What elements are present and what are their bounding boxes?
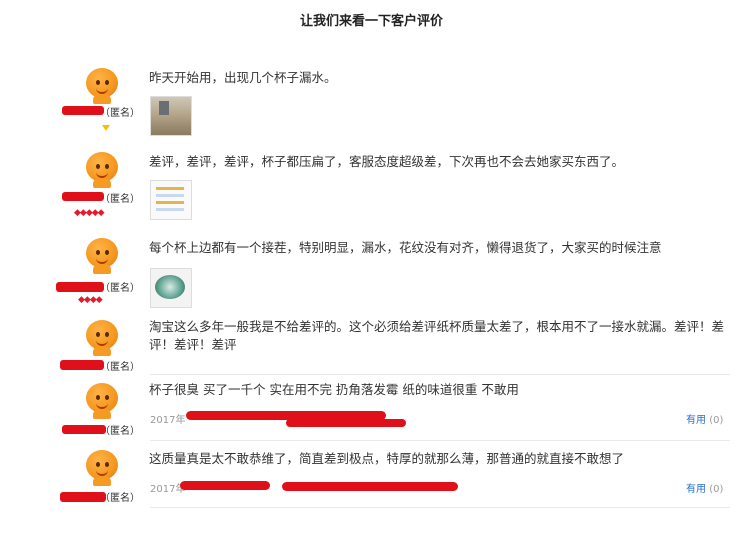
review-text: 杯子很臭 买了一千个 实在用不完 扔角落发霉 纸的味道很重 不敢用 [149, 382, 519, 397]
review-text: 差评，差评，差评，杯子都压扁了，客服态度超级差，下次再也不会去她家买东西了。 [149, 154, 625, 169]
divider [150, 374, 730, 375]
review-item: （匿名） ◆◆◆◆ 每个杯上边都有一个接茬，特别明显，漏水，花纹没有对齐，懒得退… [56, 238, 732, 310]
helpful-label: 有用 [686, 484, 706, 495]
redacted-username [60, 360, 104, 370]
redacted-spec [282, 482, 458, 491]
page-title: 让我们来看一下客户评价 [299, 14, 443, 29]
review-date: 2017年 [150, 415, 186, 426]
review-item: （匿名） 这质量真是太不敢恭维了，简直差到极点，特厚的就那么薄，那普通的就直接不… [56, 448, 732, 506]
review-text: 淘宝这么多年一般我是不给差评的。这个必须给差评纸杯质量太差了，根本用不了一接水就… [149, 319, 725, 352]
avatar[interactable] [84, 238, 120, 274]
helpful-count: (0) [709, 415, 724, 426]
redacted-username [62, 106, 104, 115]
review-item: （匿名） 杯子很臭 买了一千个 实在用不完 扔角落发霉 纸的味道很重 不敢用 2… [56, 381, 732, 439]
helpful-button[interactable]: 有用 (0) [686, 480, 723, 495]
redacted-username [56, 282, 104, 292]
anonymous-label: （匿名） [100, 283, 140, 294]
divider [150, 440, 730, 441]
divider [150, 507, 730, 508]
avatar[interactable] [84, 383, 120, 419]
review-photo[interactable] [150, 268, 192, 308]
anonymous-label: （匿名） [100, 194, 140, 205]
helpful-button[interactable]: 有用 (0) [686, 411, 723, 426]
review-photo[interactable] [150, 180, 192, 220]
review-photo[interactable] [150, 96, 192, 136]
review-item: （匿名） 昨天开始用，出现几个杯子漏水。 [56, 68, 732, 138]
redacted-date [180, 481, 270, 490]
anonymous-label: （匿名） [100, 493, 140, 504]
redacted-username [62, 192, 104, 201]
helpful-count: (0) [709, 484, 724, 495]
helpful-label: 有用 [686, 415, 706, 426]
avatar[interactable] [84, 68, 120, 104]
anonymous-label: （匿名） [100, 426, 140, 437]
level-badges-icon: ◆◆◆◆ [78, 295, 103, 305]
review-item: （匿名） ◆◆◆◆◆ 差评，差评，差评，杯子都压扁了，客服态度超级差，下次再也不… [56, 152, 732, 227]
review-text: 这质量真是太不敢恭维了，简直差到极点，特厚的就那么薄，那普通的就直接不敢想了 [149, 451, 625, 466]
level-badges-icon: ◆◆◆◆◆ [74, 208, 105, 218]
review-text: 每个杯上边都有一个接茬，特别明显，漏水，花纹没有对齐，懒得退货了，大家买的时候注… [149, 240, 662, 255]
redacted-spec [286, 419, 406, 427]
anonymous-label: （匿名） [100, 108, 140, 119]
gold-badge-icon [102, 125, 110, 131]
review-text: 昨天开始用，出现几个杯子漏水。 [149, 70, 337, 85]
avatar[interactable] [84, 320, 120, 356]
avatar[interactable] [84, 450, 120, 486]
avatar[interactable] [84, 152, 120, 188]
anonymous-label: （匿名） [100, 362, 140, 373]
review-item: （匿名） 淘宝这么多年一般我是不给差评的。这个必须给差评纸杯质量太差了，根本用不… [56, 316, 732, 374]
